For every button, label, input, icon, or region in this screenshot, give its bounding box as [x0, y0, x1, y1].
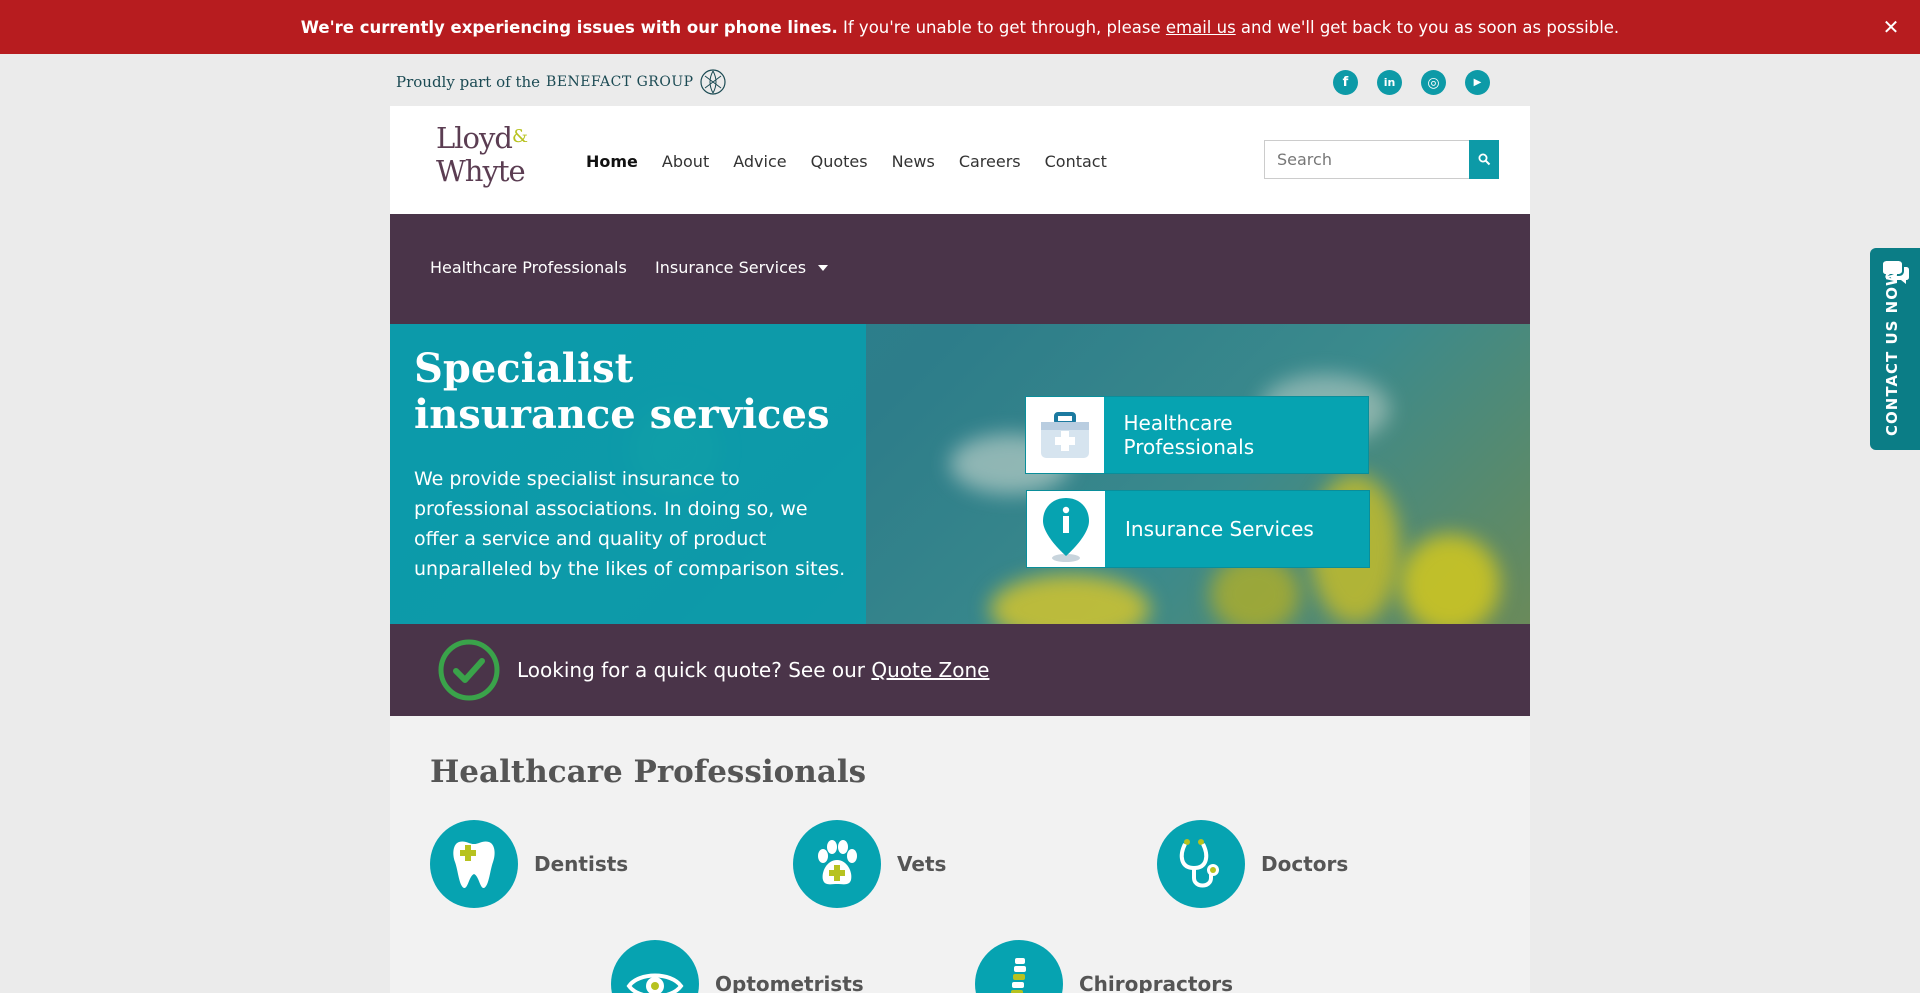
hero-banner: Specialist insurance services We provide…: [390, 324, 1530, 624]
profession-icon-circle: [1157, 820, 1245, 908]
social-links: f in ◎ ▶: [1333, 70, 1490, 95]
medical-bag-icon: [1040, 412, 1089, 458]
profession-icon-circle: [975, 940, 1063, 993]
profession-optometrists[interactable]: Optometrists: [611, 940, 864, 993]
profession-dentists[interactable]: Dentists: [430, 820, 628, 908]
sub-nav: Healthcare Professionals Insurance Servi…: [390, 214, 1530, 324]
benefact-knot-icon: [699, 69, 726, 95]
main-nav: Home About Advice Quotes News Careers Co…: [586, 152, 1107, 171]
contact-tab-label: CONTACT US NOW: [1883, 268, 1901, 436]
caret-down-icon: [818, 264, 829, 271]
quote-zone-link[interactable]: Quote Zone: [871, 658, 989, 682]
search-button[interactable]: [1469, 140, 1499, 179]
profession-icon-circle: [793, 820, 881, 908]
logo-amp: &: [511, 126, 528, 147]
subnav-insurance-services[interactable]: Insurance Services: [655, 258, 829, 277]
insurance-services-tile[interactable]: Insurance Services: [1026, 490, 1370, 568]
tile-label-healthcare: Healthcare Professionals: [1123, 411, 1255, 459]
healthcare-professionals-tile[interactable]: Healthcare Professionals: [1025, 396, 1369, 474]
profession-doctors[interactable]: Doctors: [1157, 820, 1348, 908]
stethoscope-icon: [1179, 839, 1219, 888]
alert-text-after: and we'll get back to you as soon as pos…: [1235, 17, 1620, 37]
profession-label: Dentists: [534, 852, 629, 876]
subnav-healthcare-professionals[interactable]: Healthcare Professionals: [430, 258, 627, 277]
nav-careers[interactable]: Careers: [959, 152, 1021, 171]
nav-home[interactable]: Home: [586, 152, 638, 171]
tile-icon-box: [1027, 491, 1105, 567]
paw-icon: [818, 840, 857, 885]
profession-label: Vets: [897, 852, 947, 876]
logo-line2: Whyte: [436, 154, 526, 188]
quote-text-wrap: Looking for a quick quote? See our Quote…: [517, 658, 989, 682]
facebook-icon[interactable]: f: [1333, 70, 1358, 95]
healthcare-professionals-section: Healthcare Professionals Dentists Vets D…: [390, 716, 1530, 993]
nav-contact[interactable]: Contact: [1045, 152, 1107, 171]
profession-label: Chiropractors: [1079, 972, 1233, 993]
instagram-icon[interactable]: ◎: [1421, 70, 1446, 95]
profession-label: Optometrists: [715, 972, 864, 993]
profession-icon-circle: [611, 940, 699, 993]
spine-icon: [1011, 958, 1026, 993]
youtube-icon[interactable]: ▶: [1465, 70, 1490, 95]
hero-title: Specialist insurance services: [414, 345, 830, 438]
tile-label-insurance: Insurance Services: [1125, 517, 1314, 541]
profession-icon-circle: [430, 820, 518, 908]
tooth-icon: [453, 841, 495, 889]
check-circle-icon: [438, 639, 500, 701]
logo-line1: Lloyd: [436, 121, 513, 155]
quote-zone-band: Looking for a quick quote? See our Quote…: [390, 624, 1530, 716]
alert-message: We're currently experiencing issues with…: [301, 18, 1619, 37]
profession-label: Doctors: [1261, 852, 1349, 876]
lloyd-whyte-logo[interactable]: Lloyd& Whyte: [436, 121, 528, 188]
eye-icon: [626, 973, 684, 993]
subnav-insurance-label: Insurance Services: [655, 258, 807, 277]
tile-icon-box: [1026, 397, 1104, 473]
profession-vets[interactable]: Vets: [793, 820, 946, 908]
linkedin-icon[interactable]: in: [1377, 70, 1402, 95]
nav-advice[interactable]: Advice: [733, 152, 786, 171]
section-title: Healthcare Professionals: [430, 754, 867, 790]
group-name: BENEFACT GROUP: [546, 74, 694, 90]
search-box: [1264, 140, 1500, 179]
search-input[interactable]: [1264, 140, 1469, 179]
nav-about[interactable]: About: [662, 152, 709, 171]
profession-chiropractors[interactable]: Chiropractors: [975, 940, 1233, 993]
top-strip: Proudly part of the BENEFACT GROUP f in …: [390, 54, 1530, 106]
quote-text: Looking for a quick quote? See our: [517, 658, 872, 682]
hero-text: We provide specialist insurance to profe…: [414, 468, 846, 580]
info-pin-icon: [1043, 498, 1089, 562]
nav-news[interactable]: News: [892, 152, 935, 171]
email-us-link[interactable]: email us: [1166, 18, 1236, 37]
close-icon[interactable]: ✕: [1880, 16, 1902, 38]
site-header: Lloyd& Whyte Home About Advice Quotes Ne…: [390, 106, 1530, 214]
alert-banner: We're currently experiencing issues with…: [0, 0, 1920, 54]
contact-us-now-tab[interactable]: CONTACT US NOW: [1870, 248, 1920, 450]
benefact-group-logo[interactable]: Proudly part of the BENEFACT GROUP: [396, 68, 727, 96]
search-icon: [1478, 153, 1490, 166]
group-prefix: Proudly part of the: [396, 73, 541, 91]
nav-quotes[interactable]: Quotes: [811, 152, 868, 171]
alert-text-before: If you're unable to get through, please: [837, 17, 1166, 37]
alert-bold-text: We're currently experiencing issues with…: [300, 17, 838, 37]
